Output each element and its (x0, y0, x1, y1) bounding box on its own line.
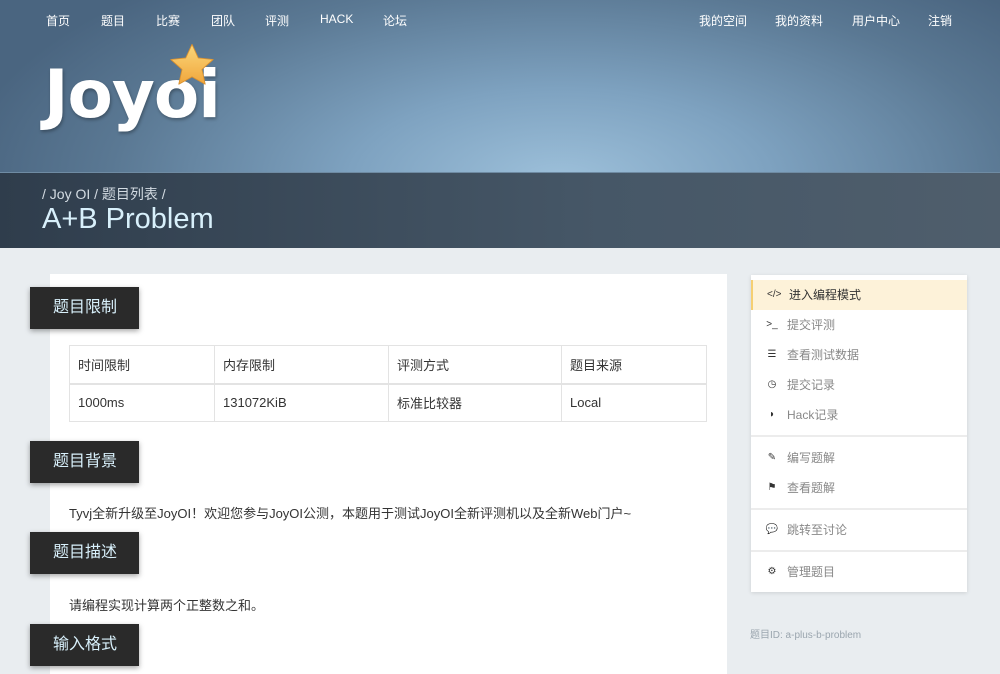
section-header-input: 输入格式 (30, 624, 139, 666)
sidebar-item-submissions[interactable]: ◷ 提交记录 (751, 370, 967, 400)
table-header: 评测方式 (388, 345, 562, 385)
divider (751, 435, 967, 437)
nav-hack[interactable]: HACK (320, 12, 353, 26)
sidebar-item-test-data[interactable]: ☰ 查看测试数据 (751, 340, 967, 370)
nav-teams[interactable]: 团队 (211, 12, 235, 29)
sidebar-item-label: 提交评测 (787, 318, 836, 332)
nav-my-profile[interactable]: 我的资料 (775, 12, 823, 29)
sidebar-item-label: 提交记录 (787, 378, 836, 392)
problem-id: 题目ID: a-plus-b-problem (750, 630, 862, 641)
table-cell: Local (561, 383, 707, 422)
section-header-limits: 题目限制 (30, 287, 139, 329)
edit-icon: ✎ (767, 452, 777, 463)
table-cell: 1000ms (69, 383, 215, 422)
table-cell: 标准比较器 (388, 383, 562, 422)
sidebar-item-label: 管理题目 (787, 565, 836, 579)
sidebar-item-write-solution[interactable]: ✎ 编写题解 (751, 443, 967, 473)
nav-judge[interactable]: 评测 (265, 12, 289, 29)
sidebar-item-hack-records[interactable]: ◗ Hack记录 (751, 400, 967, 430)
table-row: 1000ms 131072KiB 标准比较器 Local (69, 383, 707, 422)
nav-home[interactable]: 首页 (46, 12, 70, 29)
table-header-row: 时间限制 内存限制 评测方式 题目来源 (69, 345, 707, 385)
nav-problems[interactable]: 题目 (101, 12, 125, 29)
terminal-icon: >_ (766, 319, 778, 330)
sidebar-item-manage[interactable]: ⚙ 管理题目 (751, 557, 967, 587)
sidebar-item-label: 跳转至讨论 (787, 523, 848, 537)
background-text: Tyvj全新升级至JoyOI！欢迎您参与JoyOI公测，本题用于测试JoyOI全… (69, 506, 632, 521)
comment-icon: 💬 (765, 524, 779, 535)
nav-contests[interactable]: 比赛 (156, 12, 180, 29)
gear-icon: ⚙ (767, 566, 777, 577)
section-header-description: 题目描述 (30, 532, 139, 574)
page-title: A+B Problem (42, 203, 214, 235)
sidebar-item-label: 查看题解 (787, 481, 836, 495)
section-header-background: 题目背景 (30, 441, 139, 483)
sidebar-item-submit[interactable]: >_ 提交评测 (751, 310, 967, 340)
sidebar-menu: </> 进入编程模式 >_ 提交评测 ☰ 查看测试数据 ◷ 提交记录 ◗ Hack记录 ✎… (751, 275, 967, 592)
table-header: 时间限制 (69, 345, 215, 385)
clock-icon: ◷ (767, 379, 777, 390)
divider (751, 550, 967, 552)
divider (751, 508, 967, 510)
table-header: 内存限制 (214, 345, 389, 385)
shield-icon: ◗ (768, 409, 776, 420)
code-icon: </> (767, 289, 782, 300)
sidebar-item-label: 进入编程模式 (789, 288, 862, 302)
table-cell: 131072KiB (214, 383, 389, 422)
description-text: 请编程实现计算两个正整数之和。 (69, 598, 265, 613)
nav-logout[interactable]: 注销 (928, 12, 952, 29)
database-icon: ☰ (767, 349, 777, 360)
problem-content-card (50, 274, 727, 674)
breadcrumb[interactable]: / Joy OI / 题目列表 / (42, 184, 166, 204)
nav-user-center[interactable]: 用户中心 (852, 12, 900, 29)
sidebar-item-view-solutions[interactable]: ⚑ 查看题解 (751, 473, 967, 503)
star-icon (170, 43, 214, 85)
nav-forum[interactable]: 论坛 (383, 12, 407, 29)
limits-table: 时间限制 内存限制 评测方式 题目来源 1000ms 131072KiB 标准比… (69, 345, 707, 422)
sidebar-item-discussion[interactable]: 💬 跳转至讨论 (751, 515, 967, 545)
sidebar-item-label: 编写题解 (787, 451, 836, 465)
table-header: 题目来源 (561, 345, 707, 385)
sidebar-item-coding-mode[interactable]: </> 进入编程模式 (751, 280, 967, 310)
sidebar-item-label: 查看测试数据 (787, 348, 860, 362)
nav-my-space[interactable]: 我的空间 (699, 12, 747, 29)
sidebar-item-label: Hack记录 (787, 408, 839, 422)
flag-icon: ⚑ (767, 482, 777, 493)
